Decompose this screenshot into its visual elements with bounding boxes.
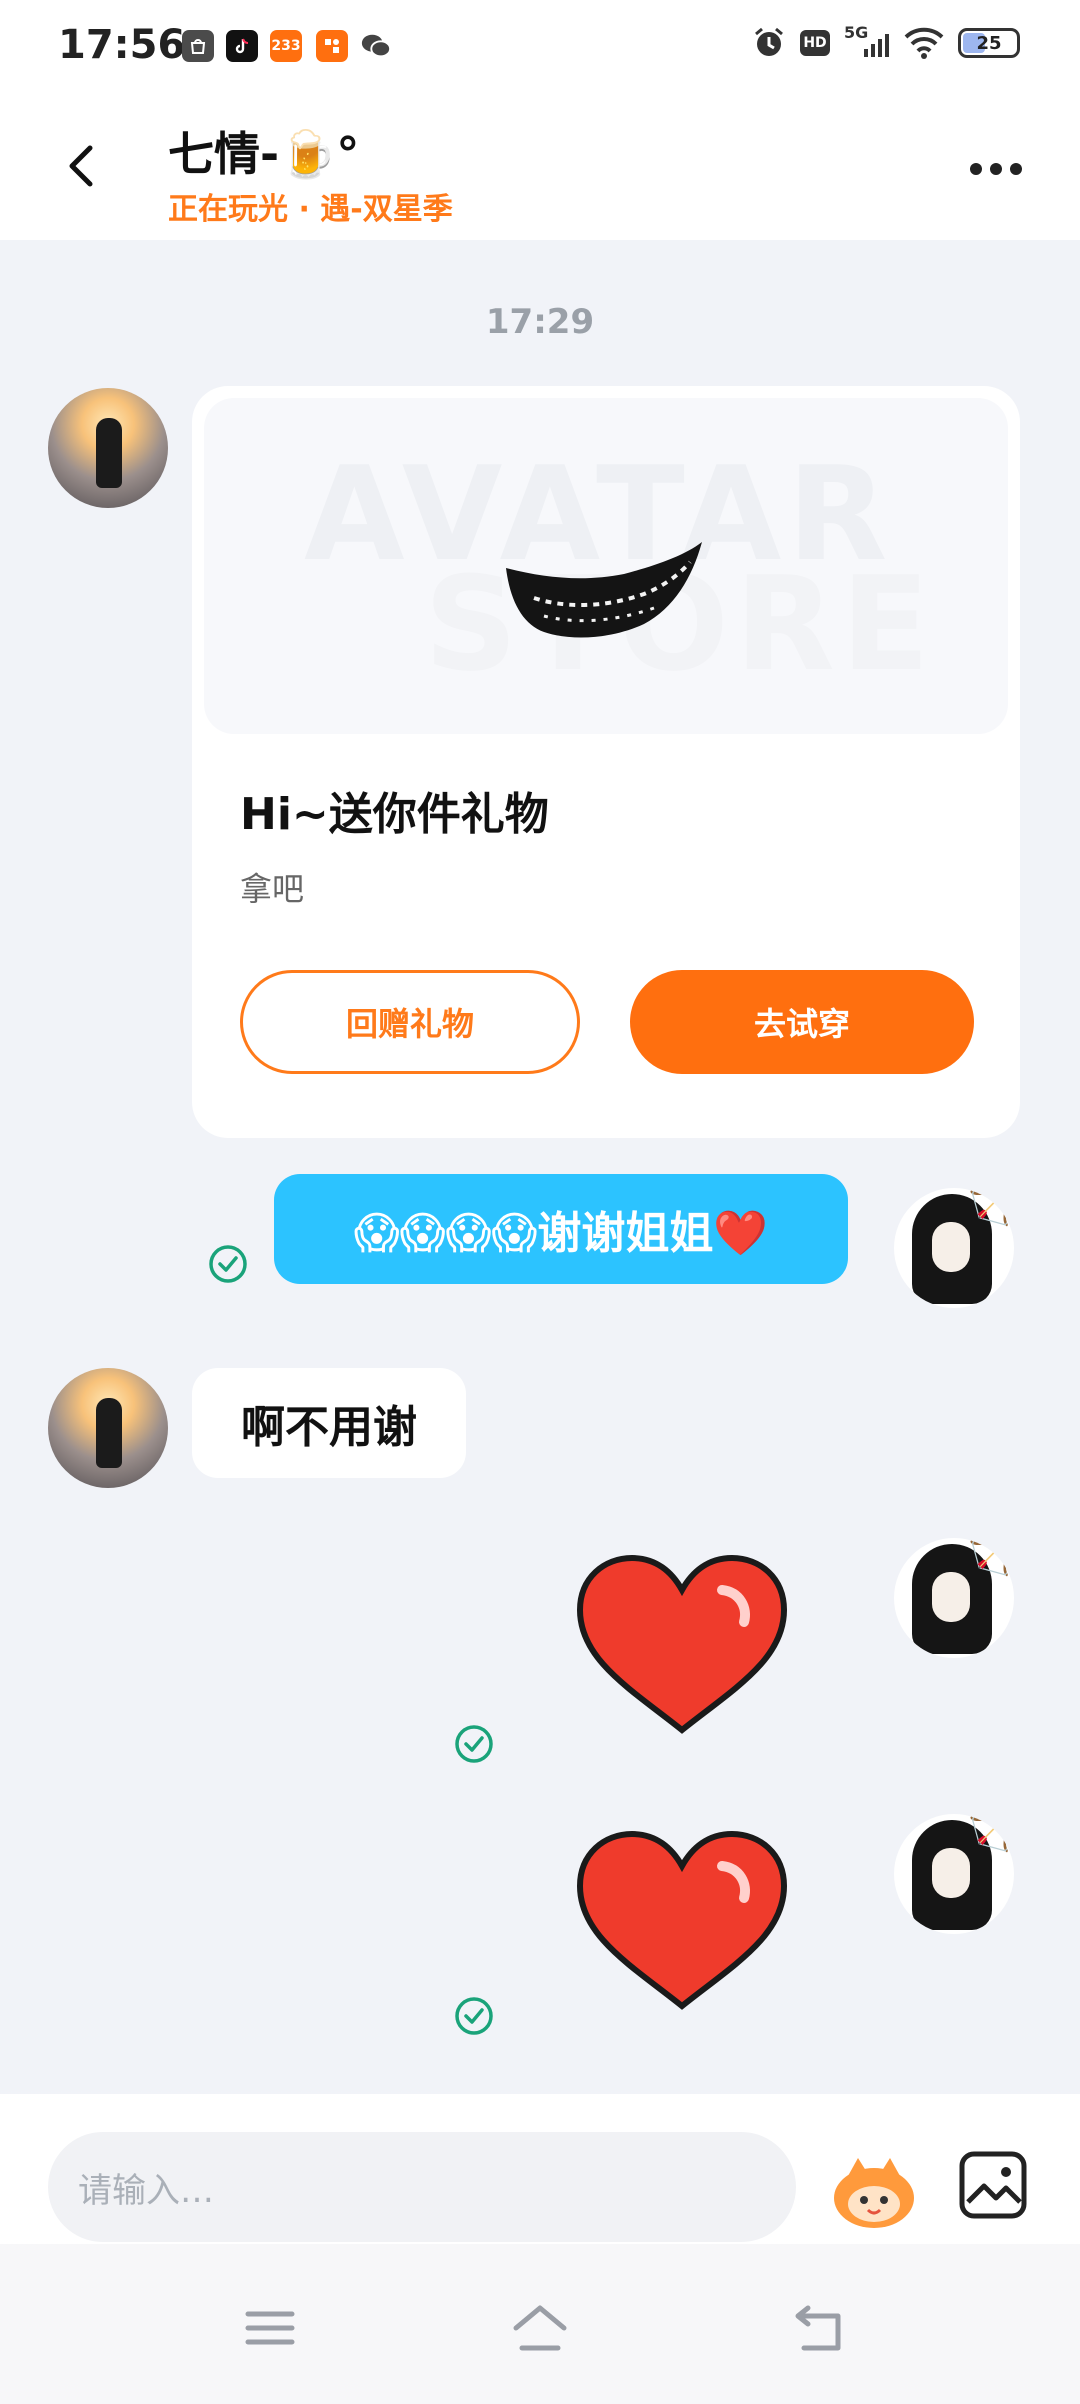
status-bar: 17:56 233 HD 5G 25: [0, 0, 1080, 96]
message-bubble-received[interactable]: 啊不用谢: [192, 1368, 466, 1478]
contact-name: 七情-🍺°: [168, 127, 360, 181]
user-avatar[interactable]: 🏹: [894, 1814, 1014, 1934]
battery-icon: 25: [958, 28, 1020, 58]
home-icon[interactable]: [510, 2298, 570, 2358]
message-timestamp: 17:29: [485, 302, 595, 342]
heart-sticker[interactable]: [572, 1550, 792, 1740]
system-nav-bar: [0, 2244, 1080, 2404]
gift-item-icon: [506, 542, 702, 638]
emoji-mascot-icon[interactable]: [828, 2152, 920, 2232]
heart-sticker[interactable]: [572, 1826, 792, 2016]
gift-subtitle: 拿吧: [240, 870, 305, 908]
tiktok-icon: [226, 30, 258, 62]
app-icon: [316, 30, 348, 62]
back-nav-icon[interactable]: [790, 2298, 850, 2358]
gift-title: Hi~送你件礼物: [240, 789, 549, 840]
system-icons: HD 5G 25: [752, 23, 1020, 60]
menu-icon[interactable]: [240, 2298, 300, 2358]
status-time: 17:56: [58, 22, 186, 68]
user-avatar[interactable]: 🏹: [894, 1188, 1014, 1308]
try-on-button[interactable]: 去试穿: [630, 970, 974, 1074]
signal-icon: 5G: [844, 23, 890, 59]
shopee-icon: [182, 30, 214, 62]
contact-avatar[interactable]: [48, 1368, 168, 1488]
return-gift-button[interactable]: 回赠礼物: [240, 970, 580, 1074]
sent-check-icon: [455, 1997, 493, 2035]
user-avatar[interactable]: 🏹: [894, 1538, 1014, 1658]
image-picker-icon[interactable]: [958, 2150, 1028, 2220]
chat-header: 七情-🍺° 正在玩光 · 遇-双星季: [0, 96, 1080, 240]
gift-image: AVATAR STORE: [204, 398, 1008, 734]
more-options-icon[interactable]: [970, 156, 1030, 182]
input-bar: 请输入…: [0, 2094, 1080, 2244]
sent-check-icon: [209, 1245, 247, 1283]
wifi-icon: [904, 27, 944, 59]
gift-card: AVATAR STORE Hi~送你件礼物 拿吧 回赠礼物 去试穿: [192, 386, 1020, 1138]
sent-check-icon: [455, 1725, 493, 1763]
back-arrow-icon[interactable]: [52, 136, 112, 196]
hd-icon: HD: [800, 30, 830, 56]
contact-status: 正在玩光 · 遇-双星季: [168, 192, 453, 227]
alarm-icon: [755, 27, 783, 56]
message-bubble-sent[interactable]: 😱😱😱😱谢谢姐姐❤️: [274, 1174, 848, 1284]
233-icon: 233: [270, 30, 302, 62]
contact-avatar[interactable]: [48, 388, 168, 508]
wechat-icon: [360, 30, 392, 62]
message-input[interactable]: 请输入…: [48, 2132, 796, 2242]
